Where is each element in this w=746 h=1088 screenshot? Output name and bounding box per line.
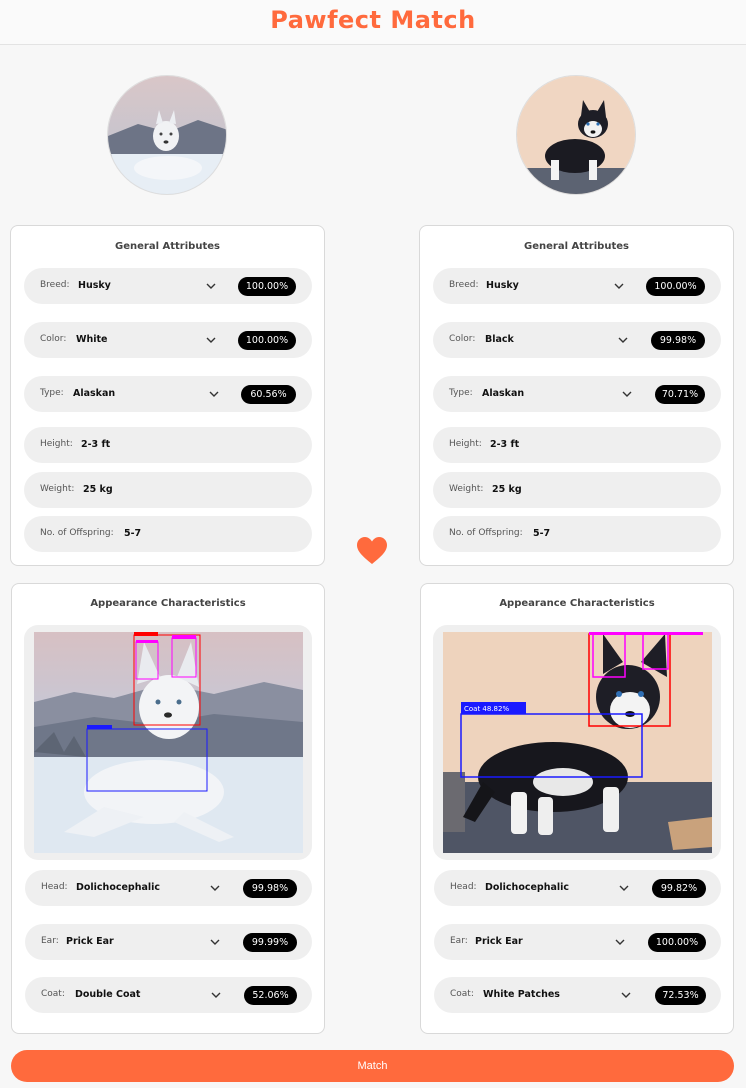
color-label: Color: bbox=[40, 334, 67, 344]
offspring-value: 5-7 bbox=[533, 528, 551, 539]
color-value: Black bbox=[485, 334, 514, 345]
card-title: Appearance Characteristics bbox=[499, 598, 655, 609]
head-label: Head: bbox=[41, 882, 68, 892]
detection-image-frame bbox=[24, 625, 312, 860]
chevron-down-icon[interactable] bbox=[613, 280, 625, 292]
left-general-attributes-card: General Attributes Breed: Husky 100.00% … bbox=[10, 225, 325, 566]
heart-icon bbox=[357, 537, 387, 564]
head-label: Head: bbox=[450, 882, 477, 892]
head-value: Dolichocephalic bbox=[485, 882, 570, 893]
offspring-label: No. of Offspring: bbox=[40, 528, 114, 538]
weight-value: 25 kg bbox=[492, 484, 522, 495]
ear-value: Prick Ear bbox=[66, 936, 114, 947]
ear-label: Ear: bbox=[450, 936, 468, 946]
coat-value: Double Coat bbox=[75, 989, 141, 1000]
ear-select[interactable]: Ear: Prick Ear 99.99% bbox=[25, 924, 312, 960]
height-label: Height: bbox=[449, 439, 482, 449]
coat-confidence-badge: 72.53% bbox=[655, 986, 706, 1005]
left-dog-detection-image bbox=[34, 632, 303, 853]
chevron-down-icon[interactable] bbox=[614, 936, 626, 948]
head-confidence-badge: 99.98% bbox=[243, 879, 297, 898]
head-select[interactable]: Head: Dolichocephalic 99.82% bbox=[434, 870, 721, 906]
chevron-down-icon[interactable] bbox=[618, 882, 630, 894]
type-confidence-badge: 70.71% bbox=[655, 385, 705, 404]
chevron-down-icon[interactable] bbox=[621, 388, 633, 400]
breed-confidence-badge: 100.00% bbox=[646, 277, 705, 296]
coat-label: Coat: bbox=[450, 989, 474, 999]
chevron-down-icon[interactable] bbox=[205, 280, 217, 292]
type-label: Type: bbox=[449, 388, 473, 398]
height-label: Height: bbox=[40, 439, 73, 449]
card-title: Appearance Characteristics bbox=[90, 598, 246, 609]
breed-label: Breed: bbox=[449, 280, 479, 290]
color-value: White bbox=[76, 334, 108, 345]
height-field: Height: 2-3 ft bbox=[433, 427, 721, 463]
right-dog-detection-image: Coat 48.82% bbox=[443, 632, 712, 853]
breed-select[interactable]: Breed: Husky 100.00% bbox=[433, 268, 721, 304]
weight-value: 25 kg bbox=[83, 484, 113, 495]
coat-confidence-badge: 52.06% bbox=[244, 986, 297, 1005]
right-appearance-card: Appearance Characteristics Coat 48.82% H… bbox=[420, 583, 734, 1034]
type-value: Alaskan bbox=[482, 388, 525, 399]
color-confidence-badge: 100.00% bbox=[238, 331, 296, 350]
chevron-down-icon[interactable] bbox=[210, 989, 222, 1001]
height-field: Height: 2-3 ft bbox=[24, 427, 312, 463]
chevron-down-icon[interactable] bbox=[205, 334, 217, 346]
app-header: Pawfect Match bbox=[0, 0, 746, 45]
right-general-attributes-card: General Attributes Breed: Husky 100.00% … bbox=[419, 225, 734, 566]
ear-value: Prick Ear bbox=[475, 936, 523, 947]
height-value: 2-3 ft bbox=[81, 439, 111, 450]
type-confidence-badge: 60.56% bbox=[241, 385, 296, 404]
chevron-down-icon[interactable] bbox=[617, 334, 629, 346]
coat-detection-label: Coat 48.82% bbox=[464, 705, 509, 713]
color-select[interactable]: Color: Black 99.98% bbox=[433, 322, 721, 358]
offspring-field: No. of Offspring: 5-7 bbox=[24, 516, 312, 552]
offspring-value: 5-7 bbox=[124, 528, 142, 539]
ear-label: Ear: bbox=[41, 936, 59, 946]
detection-image-frame: Coat 48.82% bbox=[433, 625, 721, 860]
breed-select[interactable]: Breed: Husky 100.00% bbox=[24, 268, 312, 304]
card-title: General Attributes bbox=[524, 241, 629, 252]
left-appearance-card: Appearance Characteristics Head: Dolicho… bbox=[11, 583, 325, 1034]
breed-value: Husky bbox=[78, 280, 111, 291]
type-label: Type: bbox=[40, 388, 64, 398]
ear-select[interactable]: Ear: Prick Ear 100.00% bbox=[434, 924, 721, 960]
color-select[interactable]: Color: White 100.00% bbox=[24, 322, 312, 358]
ear-confidence-badge: 100.00% bbox=[648, 933, 706, 952]
color-confidence-badge: 99.98% bbox=[651, 331, 705, 350]
type-select[interactable]: Type: Alaskan 70.71% bbox=[433, 376, 721, 412]
head-select[interactable]: Head: Dolichocephalic 99.98% bbox=[25, 870, 312, 906]
left-dog-avatar bbox=[107, 75, 227, 195]
weight-field: Weight: 25 kg bbox=[24, 472, 312, 508]
chevron-down-icon[interactable] bbox=[620, 989, 632, 1001]
match-button[interactable]: Match bbox=[11, 1050, 734, 1082]
chevron-down-icon[interactable] bbox=[208, 388, 220, 400]
head-confidence-badge: 99.82% bbox=[652, 879, 706, 898]
chevron-down-icon[interactable] bbox=[209, 882, 221, 894]
coat-value: White Patches bbox=[483, 989, 560, 1000]
breed-value: Husky bbox=[486, 280, 519, 291]
coat-select[interactable]: Coat: Double Coat 52.06% bbox=[25, 977, 312, 1013]
breed-label: Breed: bbox=[40, 280, 70, 290]
type-value: Alaskan bbox=[73, 388, 116, 399]
coat-select[interactable]: Coat: White Patches 72.53% bbox=[434, 977, 721, 1013]
coat-label: Coat: bbox=[41, 989, 65, 999]
right-dog-avatar bbox=[516, 75, 636, 195]
weight-label: Weight: bbox=[40, 484, 75, 494]
weight-field: Weight: 25 kg bbox=[433, 472, 721, 508]
chevron-down-icon[interactable] bbox=[209, 936, 221, 948]
app-logo: Pawfect Match bbox=[270, 6, 476, 34]
type-select[interactable]: Type: Alaskan 60.56% bbox=[24, 376, 312, 412]
head-value: Dolichocephalic bbox=[76, 882, 161, 893]
color-label: Color: bbox=[449, 334, 476, 344]
card-title: General Attributes bbox=[115, 241, 220, 252]
breed-confidence-badge: 100.00% bbox=[238, 277, 296, 296]
ear-confidence-badge: 99.99% bbox=[243, 933, 297, 952]
offspring-field: No. of Offspring: 5-7 bbox=[433, 516, 721, 552]
offspring-label: No. of Offspring: bbox=[449, 528, 523, 538]
weight-label: Weight: bbox=[449, 484, 484, 494]
height-value: 2-3 ft bbox=[490, 439, 520, 450]
